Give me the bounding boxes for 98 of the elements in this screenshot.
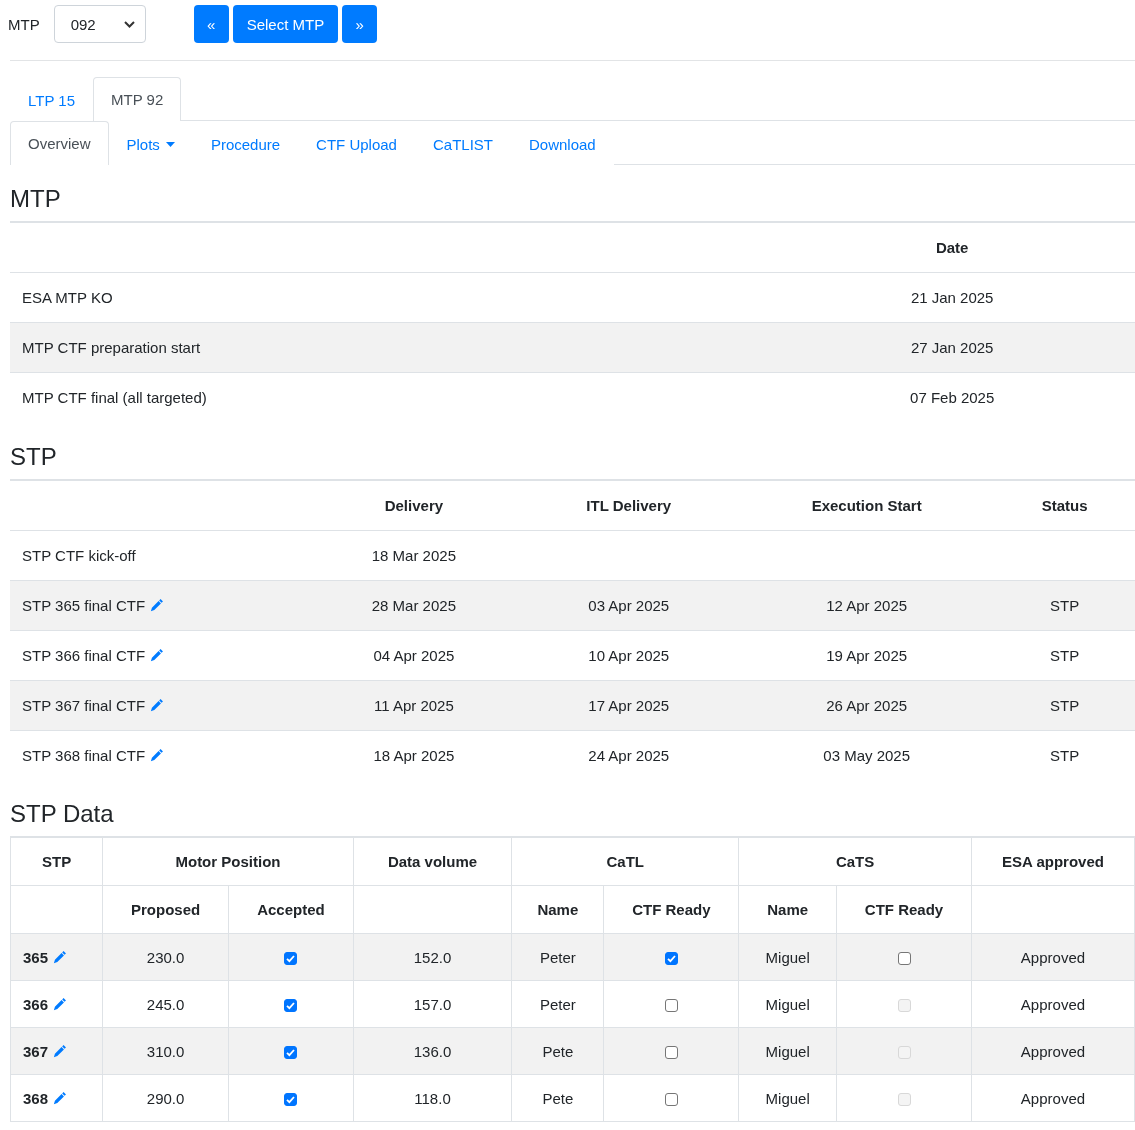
pencil-icon[interactable]	[53, 1044, 68, 1058]
table-cell: 28 Mar 2025	[371, 596, 456, 614]
stp-number: 368	[23, 1089, 49, 1107]
table-cell: STP	[1050, 746, 1080, 764]
table-cell: 21 Jan 2025	[769, 272, 1135, 323]
section-heading: STP Data	[10, 800, 1135, 837]
table-cell: 19 Apr 2025	[826, 646, 908, 664]
checkbox[interactable]	[284, 999, 298, 1013]
checkbox[interactable]	[284, 952, 298, 966]
caret-icon	[165, 141, 175, 147]
table-cell: Peter	[539, 948, 576, 966]
checkbox[interactable]	[664, 999, 678, 1013]
table-cell: 26 Apr 2025	[826, 696, 908, 714]
table-cell: 18 Apr 2025	[373, 746, 455, 764]
column-header: Proposed	[131, 901, 201, 918]
table-cell: Approved	[1020, 995, 1086, 1013]
table-cell: Approved	[1020, 1089, 1086, 1107]
next-button[interactable]: »	[342, 5, 378, 43]
table-cell: 27 Jan 2025	[769, 322, 1135, 373]
table-cell: 12 Apr 2025	[826, 596, 908, 614]
column-header: STP	[10, 837, 103, 886]
table-cell: 04 Apr 2025	[373, 646, 455, 664]
column-header: Accepted	[257, 901, 325, 918]
column-header: Delivery	[309, 480, 519, 530]
pencil-icon[interactable]	[150, 598, 165, 612]
row-label: STP 366 final CTF	[22, 646, 146, 664]
table-cell: 152.0	[413, 948, 452, 966]
column-header: Date	[769, 222, 1135, 273]
nav-tab[interactable]: Overview	[10, 121, 109, 165]
previous-button[interactable]: «	[193, 5, 229, 43]
column-header: Execution Start	[739, 480, 995, 530]
column-header: ESA approved	[971, 837, 1135, 886]
section-heading: MTP	[10, 185, 1135, 222]
checkbox[interactable]	[897, 952, 911, 966]
table-cell: 245.0	[146, 995, 185, 1013]
table-cell: 310.0	[146, 1042, 185, 1060]
table-cell: ESA MTP KO	[10, 272, 770, 323]
row-label: STP 365 final CTF	[22, 596, 146, 614]
checkbox[interactable]	[664, 1093, 678, 1107]
table-cell: Pete	[542, 1042, 574, 1060]
column-header: Data volume	[353, 837, 512, 886]
table-cell: 118.0	[414, 1089, 451, 1107]
pencil-icon[interactable]	[53, 1091, 68, 1105]
column-header: Motor Position	[102, 837, 354, 886]
table-cell: 230.0	[146, 948, 185, 966]
row-label: STP 368 final CTF	[22, 746, 146, 764]
pencil-icon[interactable]	[150, 648, 165, 662]
table-cell: 136.0	[413, 1042, 452, 1060]
table-cell: 157.0	[413, 995, 452, 1013]
table-cell: 17 Apr 2025	[588, 696, 670, 714]
table-cell: STP	[1050, 646, 1080, 664]
table-cell: Approved	[1020, 1042, 1086, 1060]
checkbox[interactable]	[664, 1046, 678, 1060]
section-heading: STP	[10, 442, 1135, 480]
table-cell: Miguel	[765, 1089, 810, 1107]
table-cell: 11 Apr 2025	[373, 696, 454, 714]
table-cell: 18 Mar 2025	[371, 546, 456, 564]
table-cell: Pete	[542, 1089, 574, 1107]
table-cell: Approved	[1020, 948, 1086, 966]
row-label: STP 367 final CTF	[22, 696, 146, 714]
row-label: STP CTF kick-off	[22, 546, 136, 564]
pencil-icon[interactable]	[150, 698, 165, 712]
table-cell: 03 Apr 2025	[588, 596, 670, 614]
column-header: ITL Delivery	[518, 480, 739, 530]
table-cell: Miguel	[765, 1042, 810, 1060]
mtp-label: MTP	[8, 15, 40, 33]
table-cell: Miguel	[765, 995, 810, 1013]
checkbox[interactable]	[284, 1046, 298, 1060]
column-header: CaTS	[738, 837, 972, 886]
table-cell: 10 Apr 2025	[588, 646, 670, 664]
table-cell: Peter	[539, 995, 576, 1013]
table-cell: Miguel	[765, 948, 810, 966]
pencil-icon[interactable]	[53, 997, 68, 1011]
table-cell: STP	[1050, 596, 1080, 614]
checkbox[interactable]	[284, 1093, 298, 1107]
mtp-select[interactable]: 092	[53, 5, 146, 43]
column-header: Status	[994, 480, 1135, 530]
table-cell: 24 Apr 2025	[588, 746, 670, 764]
chevron-down-icon	[123, 20, 135, 28]
tab[interactable]: MTP 92	[93, 77, 182, 121]
column-header: Name	[537, 901, 579, 918]
stp-number: 366	[23, 995, 49, 1013]
pencil-icon[interactable]	[150, 748, 165, 763]
column-header: Name	[767, 901, 809, 918]
pencil-icon[interactable]	[53, 950, 68, 964]
table-cell: MTP CTF final (all targeted)	[10, 372, 770, 423]
table-cell: 290.0	[146, 1089, 185, 1107]
select-mtp-button[interactable]: Select MTP	[232, 5, 339, 43]
stp-number: 365	[23, 948, 49, 966]
table-cell: 03 May 2025	[823, 746, 911, 764]
stp-number: 367	[23, 1042, 49, 1060]
checkbox[interactable]	[664, 952, 678, 966]
column-header: CTF Ready	[864, 901, 944, 918]
table-cell: MTP CTF preparation start	[10, 322, 770, 373]
column-header: CTF Ready	[632, 901, 711, 918]
table-cell: STP	[1050, 696, 1080, 714]
table-cell: 07 Feb 2025	[769, 372, 1135, 423]
column-header: CaTL	[511, 837, 739, 886]
